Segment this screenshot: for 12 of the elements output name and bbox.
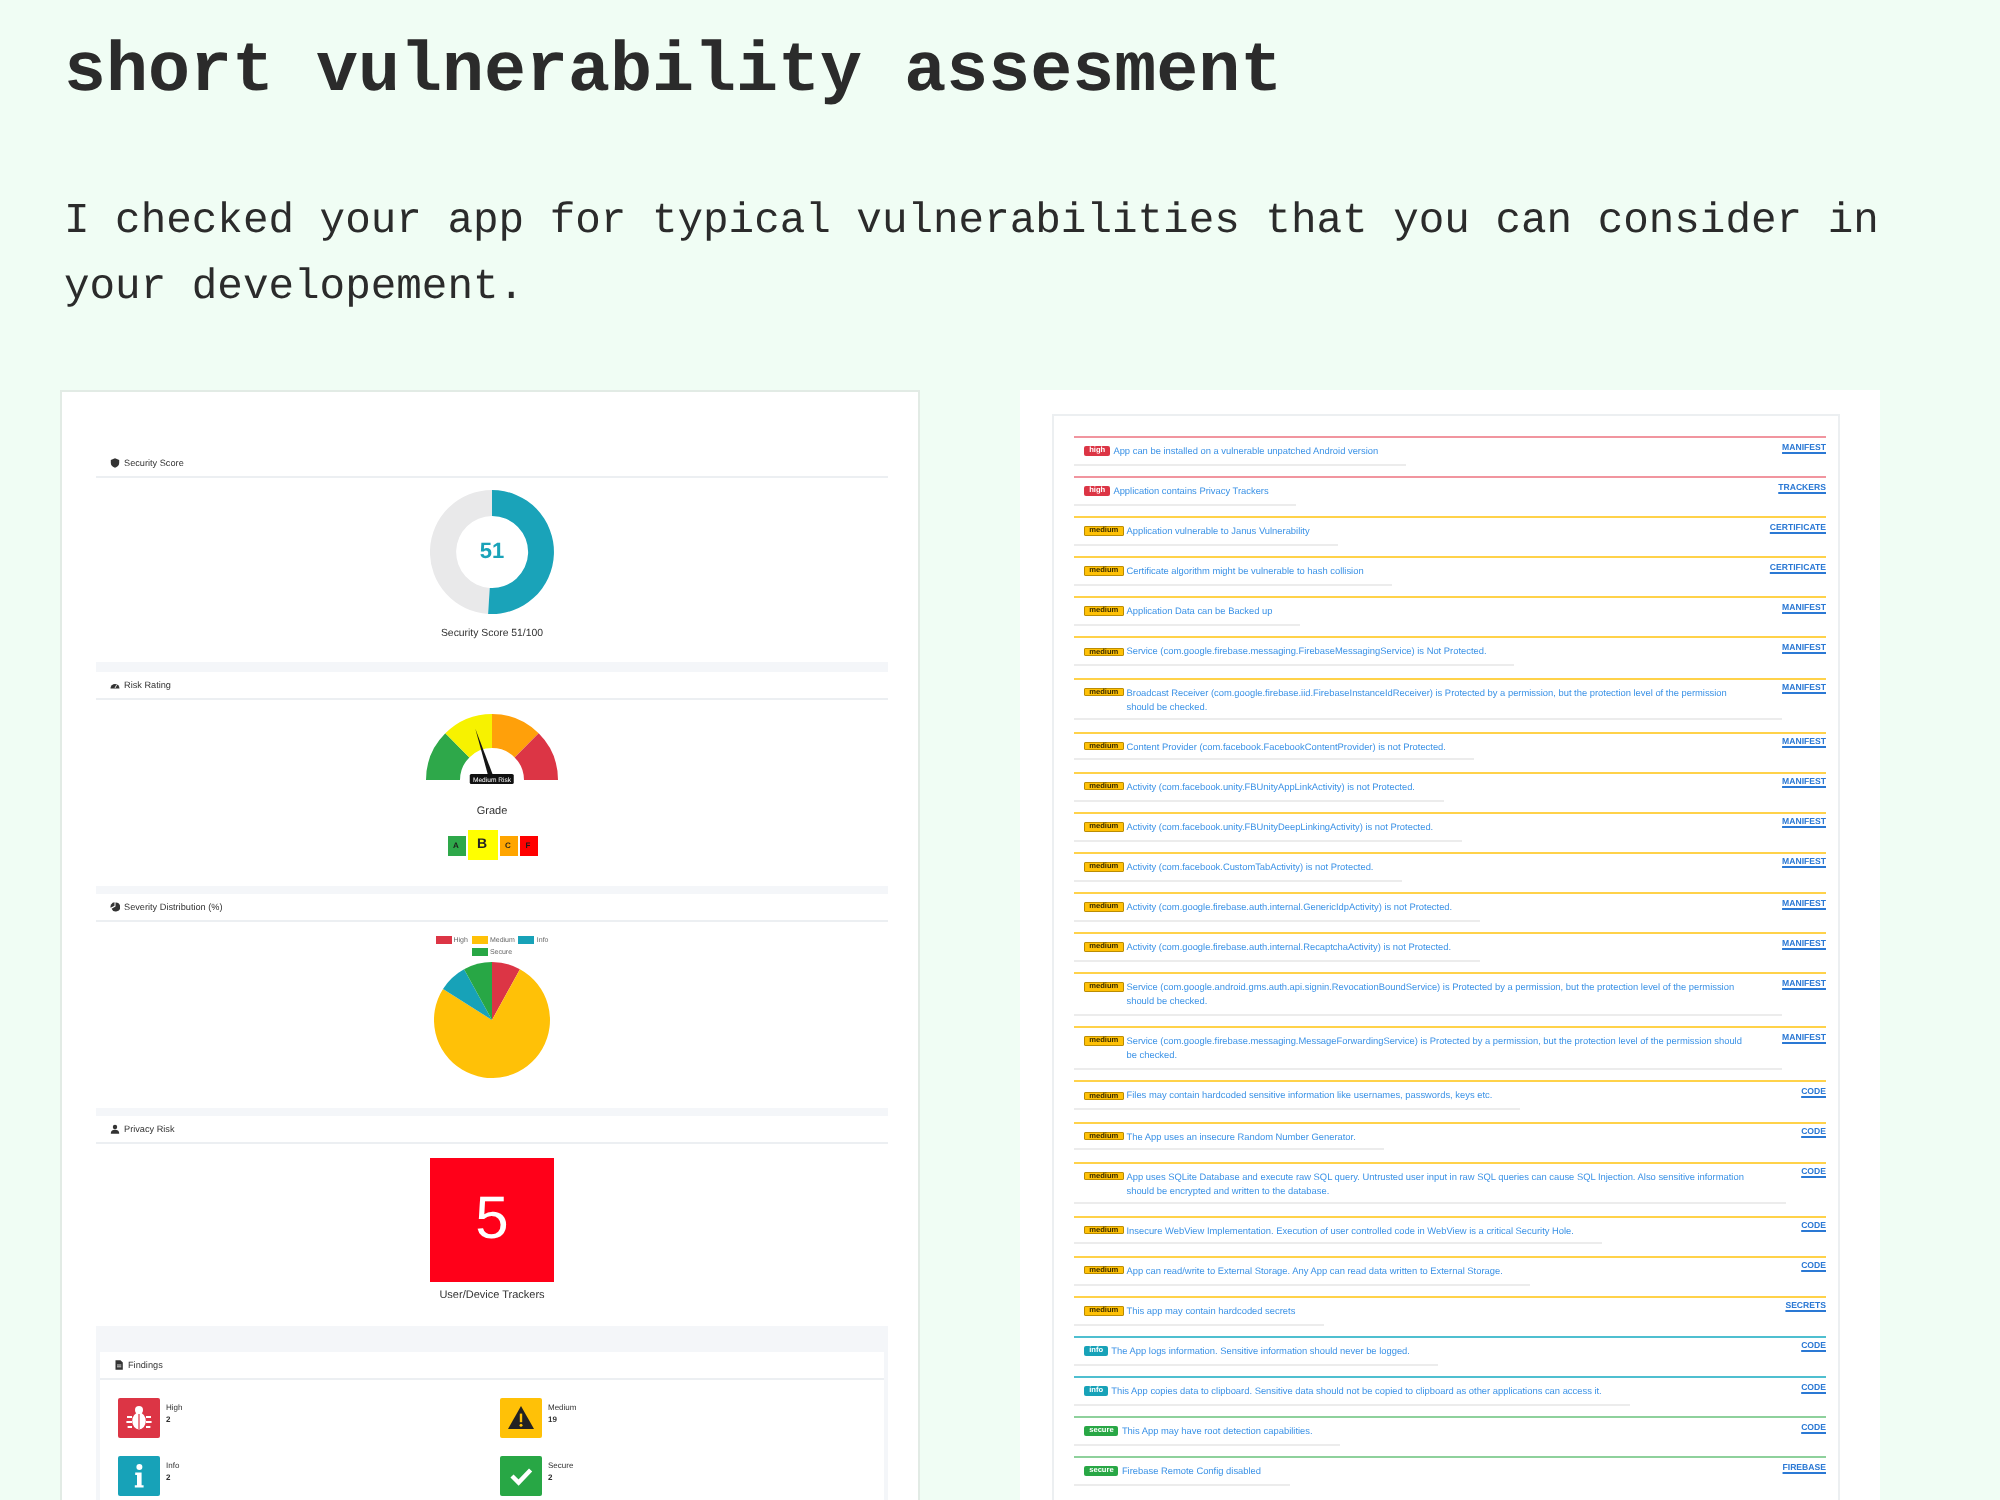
tracker-count: 5 — [430, 1158, 554, 1282]
person-icon — [110, 1124, 120, 1134]
gauge-icon — [110, 680, 120, 690]
gauge-dial — [426, 714, 558, 780]
page-title: short vulnerability assesment — [62, 30, 1283, 116]
bug-icon — [118, 1398, 160, 1438]
pie-chart-icon — [110, 902, 120, 912]
document-icon — [114, 1360, 124, 1370]
score-value: 51 — [479, 540, 505, 564]
shield-icon — [110, 458, 120, 468]
warning-icon — [500, 1398, 542, 1438]
intro-text: I checked your app for typical vulnerabilities that you can consider in your developement. — [62, 196, 1881, 316]
